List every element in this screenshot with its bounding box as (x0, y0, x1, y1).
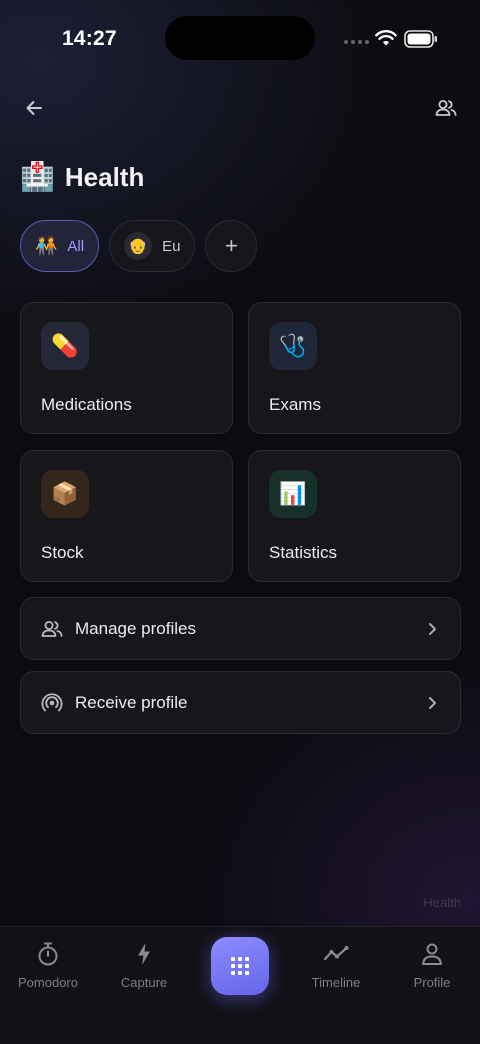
page-header: 🏥 Health (20, 160, 144, 194)
tab-timeline[interactable]: Timeline (291, 941, 381, 990)
line-chart-icon (323, 946, 349, 961)
old-man-emoji-icon: 👴 (128, 238, 148, 255)
tab-profile[interactable]: Profile (387, 941, 477, 990)
battery-icon (404, 30, 437, 48)
profile-filter-bar: 🧑‍🤝‍🧑 All 👴 Eu + (20, 220, 258, 272)
back-button[interactable] (20, 94, 48, 122)
broadcast-icon (41, 692, 63, 714)
people-emoji-icon: 🧑‍🤝‍🧑 (35, 235, 58, 256)
profiles-button[interactable] (432, 94, 460, 122)
top-navigation (0, 92, 480, 124)
tab-label: Profile (413, 975, 451, 990)
dynamic-island (165, 16, 315, 60)
chevron-right-icon (429, 622, 436, 635)
plus-icon: + (225, 233, 238, 258)
tab-capture[interactable]: Capture (99, 941, 189, 990)
row-label: Manage profiles (75, 618, 196, 638)
arrow-left-icon (26, 101, 42, 115)
bar-chart-icon: 📊 (269, 470, 317, 518)
apps-menu-button[interactable] (211, 937, 269, 995)
filter-chip-all[interactable]: 🧑‍🤝‍🧑 All (20, 220, 100, 272)
card-stock[interactable]: 📦 Stock (20, 450, 233, 582)
card-label: Medications (41, 395, 132, 414)
manage-profiles-button[interactable]: Manage profiles (20, 597, 461, 660)
hospital-icon: 🏥 (20, 161, 55, 192)
card-statistics[interactable]: 📊 Statistics (248, 450, 461, 582)
pill-icon: 💊 (41, 322, 89, 370)
filter-chip-label: All (67, 237, 85, 255)
receive-profile-button[interactable]: Receive profile (20, 671, 461, 734)
package-icon: 📦 (41, 470, 89, 518)
card-label: Stock (41, 543, 84, 562)
signal-icon (344, 40, 369, 44)
stopwatch-icon (38, 942, 58, 966)
tab-label: Capture (120, 975, 168, 990)
grid-icon (231, 957, 249, 975)
avatar: 👴 (124, 232, 153, 260)
filter-chip-label: Eu (162, 237, 181, 255)
card-label: Statistics (269, 543, 338, 562)
status-bar: 14:27 (0, 0, 480, 78)
status-time: 14:27 (62, 27, 117, 50)
page-title: Health (64, 161, 145, 192)
tab-label: Pomodoro (18, 975, 78, 990)
tab-label: Timeline (311, 975, 361, 990)
users-icon (41, 618, 63, 640)
stethoscope-icon: 🩺 (269, 322, 317, 370)
bottom-tab-bar: Pomodoro Capture Timeline Profile (0, 926, 480, 1044)
user-icon (422, 943, 442, 965)
tab-pomodoro[interactable]: Pomodoro (3, 941, 93, 990)
chevron-right-icon (429, 696, 436, 709)
card-label: Exams (269, 395, 321, 414)
watermark-label: Health (423, 895, 461, 910)
add-profile-button[interactable]: + (205, 220, 258, 272)
card-exams[interactable]: 🩺 Exams (248, 302, 461, 434)
row-label: Receive profile (75, 692, 188, 712)
wifi-icon (375, 29, 397, 46)
users-icon (435, 100, 457, 116)
filter-chip-eu[interactable]: 👴 Eu (109, 220, 196, 272)
card-medications[interactable]: 💊 Medications (20, 302, 233, 434)
lightning-icon (138, 943, 150, 965)
feature-grid: 💊 Medications 🩺 Exams 📦 Stock 📊 Statisti… (20, 302, 461, 582)
